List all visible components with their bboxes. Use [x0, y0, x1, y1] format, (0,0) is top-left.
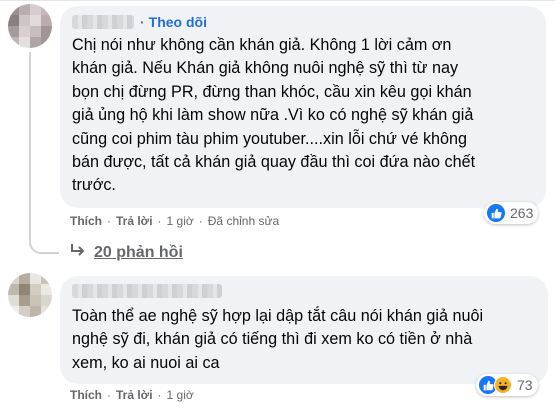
like-action[interactable]: Thích: [70, 214, 102, 228]
reaction-badge[interactable]: 73: [476, 374, 538, 396]
follow-button[interactable]: Theo dõi: [149, 14, 207, 30]
like-icon: [487, 204, 505, 222]
haha-icon: [494, 376, 512, 394]
comment-author-row: · Theo dõi: [72, 14, 207, 30]
reply-action[interactable]: Trả lời: [116, 388, 153, 402]
comment-bubble: · Theo dõi Chị nói như không cần khán gi…: [60, 6, 546, 208]
comment-line: khán giả. Nếu Khán giả không nuôi nghệ s…: [72, 59, 459, 78]
comment-line: nghệ sỹ đi, khán giả có tiếng thì đi xem…: [72, 330, 473, 349]
separator-dot: ·: [157, 214, 162, 228]
separator-dot: ·: [140, 14, 145, 30]
reaction-badge[interactable]: 263: [484, 202, 539, 224]
comment-author-row: [72, 284, 222, 298]
reaction-count: 263: [510, 205, 534, 221]
separator-dot: ·: [157, 388, 162, 402]
separator-dot: ·: [198, 214, 203, 228]
top-divider: [0, 0, 555, 1]
comment-line: bán được, tất cả khán giả quay đầu thì c…: [72, 153, 476, 172]
thread-connector-curve: [29, 240, 59, 254]
comment-line: bọn chị đừng PR, đừng than khóc, cầu xin…: [72, 82, 472, 101]
reaction-count: 73: [517, 377, 533, 393]
commenter-avatar[interactable]: [8, 273, 52, 317]
comment-line: Chị nói như không cần khán giả. Không 1 …: [72, 36, 452, 54]
replies-count-label[interactable]: 20 phản hồi: [94, 244, 183, 262]
thread-connector-line: [29, 52, 31, 242]
comment-line: Toàn thể ae nghệ sỹ hợp lại dập tắt câu …: [72, 307, 484, 325]
comment-timestamp[interactable]: 1 giờ: [167, 388, 194, 402]
comment-line: xem, ko ai nuoi ai ca: [72, 353, 220, 372]
comment-text: Chị nói như không cần khán giả. Không 1 …: [72, 34, 534, 198]
author-name-blurred[interactable]: [72, 15, 134, 29]
comment-line: trước.: [72, 176, 116, 195]
comment-actions: Thích · Trả lời · 1 giờ: [70, 388, 194, 402]
commenter-avatar[interactable]: [8, 4, 52, 48]
edited-label: Đã chỉnh sửa: [207, 214, 280, 228]
comment-line: giả ủng hộ khi làm show nữa .Vì ko có ng…: [72, 106, 474, 125]
author-name-blurred[interactable]: [72, 284, 222, 298]
reply-arrow-icon: [70, 243, 86, 262]
like-action[interactable]: Thích: [70, 388, 102, 402]
comment-line: cũng coi phim tàu phim youtuber....xin l…: [72, 129, 468, 148]
comment-timestamp[interactable]: 1 giờ: [167, 214, 194, 228]
separator-dot: ·: [107, 214, 111, 228]
view-replies-link[interactable]: 20 phản hồi: [70, 243, 183, 262]
reply-action[interactable]: Trả lời: [116, 214, 153, 228]
comment-actions: Thích · Trả lời · 1 giờ · Đã chỉnh sửa: [70, 214, 279, 228]
comment-text: Toàn thể ae nghệ sỹ hợp lại dập tắt câu …: [72, 305, 536, 375]
comment-bubble: Toàn thể ae nghệ sỹ hợp lại dập tắt câu …: [60, 276, 548, 384]
separator-dot: ·: [107, 388, 111, 402]
